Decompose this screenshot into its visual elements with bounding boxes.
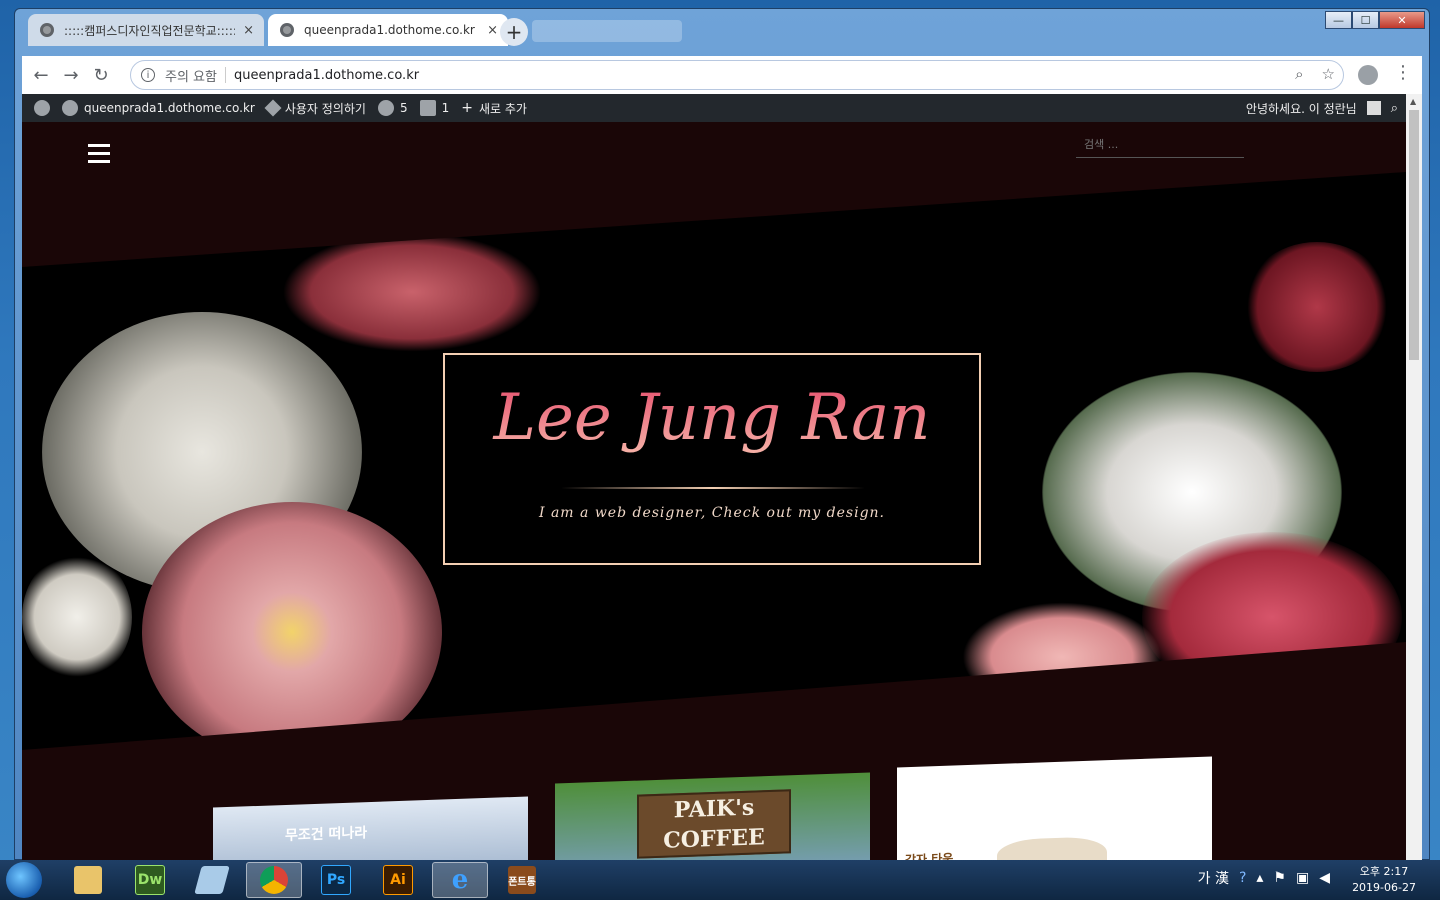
- comments-link[interactable]: 1: [419, 100, 450, 116]
- taskbar-font-app[interactable]: 폰트통: [494, 862, 550, 898]
- updates-count: 5: [399, 101, 408, 115]
- flag-icon[interactable]: ⚑: [1273, 870, 1286, 886]
- new-content-link[interactable]: + 새로 추가: [461, 100, 527, 117]
- account-greeting[interactable]: 안녕하세요. 이 정란님: [1246, 100, 1357, 117]
- network-icon[interactable]: ▣: [1296, 870, 1309, 886]
- chrome-icon: [260, 866, 288, 894]
- dreamweaver-icon: Dw: [135, 865, 165, 895]
- taskbar-ie[interactable]: e: [432, 862, 488, 898]
- profile-avatar-icon[interactable]: [1358, 65, 1378, 85]
- info-icon[interactable]: i: [141, 68, 155, 82]
- start-button[interactable]: [6, 862, 42, 898]
- scroll-up-arrow-icon[interactable]: ▲: [1410, 97, 1416, 106]
- card-title: PAIK's COFFEE: [637, 789, 791, 859]
- portfolio-card-travel[interactable]: 무조건 떠나라: [213, 796, 528, 860]
- globe-icon: [280, 23, 294, 37]
- reload-button[interactable]: ↻: [86, 65, 116, 86]
- taskbar-dreamweaver[interactable]: Dw: [122, 862, 178, 898]
- new-label: 새로 추가: [478, 101, 527, 116]
- site-name: queenprada1.dothome.co.kr: [84, 101, 255, 115]
- brand-title: Lee Jung Ran: [445, 381, 979, 455]
- wordpress-logo-icon[interactable]: [34, 100, 50, 116]
- background-window-tab: [532, 20, 682, 42]
- menu-hamburger-icon[interactable]: [88, 144, 110, 168]
- pink-flower-image: [142, 502, 442, 750]
- close-tab-icon[interactable]: ×: [487, 23, 498, 38]
- taskbar-photoshop[interactable]: Ps: [308, 862, 364, 898]
- red-peony-image: [1142, 532, 1402, 702]
- omnibox-actions: ⌕ ☆: [1295, 65, 1335, 83]
- brand-subtitle: I am a web designer, Check out my design…: [538, 505, 886, 521]
- tab-title: :::::캠퍼스디자인직업전문학교:::::: [64, 23, 236, 38]
- close-tab-icon[interactable]: ×: [243, 23, 254, 38]
- folder-icon: [74, 866, 102, 894]
- globe-icon: [40, 23, 54, 37]
- taskbar-explorer[interactable]: [60, 862, 116, 898]
- page-scrollbar[interactable]: ▲: [1406, 94, 1422, 860]
- clock-date: 2019-06-27: [1352, 881, 1416, 894]
- photoshop-icon: Ps: [321, 865, 351, 895]
- dark-red-rose-image: [1242, 242, 1392, 372]
- portfolio-card-potato[interactable]: 감자 타운: [897, 756, 1212, 860]
- card-title: 감자 타운: [905, 851, 954, 860]
- website-page: 검색 ... Lee Jung Ran I am a web designer,…: [22, 122, 1406, 860]
- system-tray: 가 漢 ? ▴ ⚑ ▣ ◀: [1198, 868, 1330, 888]
- customize-link[interactable]: 사용자 정의하기: [264, 99, 366, 117]
- font-app-icon: 폰트통: [508, 866, 536, 894]
- forward-button[interactable]: →: [56, 65, 86, 86]
- address-bar[interactable]: i 주의 요함 queenprada1.dothome.co.kr ⌕ ☆: [130, 60, 1344, 90]
- customize-label: 사용자 정의하기: [284, 101, 366, 116]
- illustrator-icon: Ai: [383, 865, 413, 895]
- browser-toolbar: ← → ↻ i 주의 요함 queenprada1.dothome.co.kr …: [22, 56, 1422, 94]
- taskbar-notepad[interactable]: [184, 862, 240, 898]
- brush-icon: [264, 99, 282, 117]
- portfolio-card-coffee[interactable]: PAIK's COFFEE: [555, 772, 870, 860]
- volume-muted-icon[interactable]: ◀: [1319, 870, 1330, 886]
- taskbar-illustrator[interactable]: Ai: [370, 862, 426, 898]
- show-hidden-icons-icon[interactable]: ▴: [1256, 870, 1263, 886]
- divider: [224, 67, 226, 83]
- avatar[interactable]: [1366, 101, 1381, 115]
- url-text[interactable]: queenprada1.dothome.co.kr: [234, 68, 419, 83]
- back-button[interactable]: ←: [26, 65, 56, 86]
- help-icon[interactable]: ?: [1239, 870, 1246, 886]
- tab-title: queenprada1.dothome.co.kr: [304, 23, 475, 37]
- clock-time: 오후 2:17: [1359, 865, 1409, 878]
- zoom-icon[interactable]: ⌕: [1295, 65, 1303, 83]
- brand-divider: [561, 487, 865, 489]
- updates-link[interactable]: 5: [377, 100, 408, 116]
- wp-admin-bar: queenprada1.dothome.co.kr 사용자 정의하기 5 1 +…: [22, 94, 1406, 122]
- card-title: 무조건 떠나라: [285, 825, 368, 844]
- updates-icon: [377, 100, 394, 116]
- browser-menu-icon[interactable]: ⋮: [1394, 62, 1412, 83]
- brand-logo-box: Lee Jung Ran I am a web designer, Check …: [443, 353, 981, 565]
- windows-taskbar: Dw Ps Ai e 폰트통 가 漢 ? ▴ ⚑ ▣ ◀ 오후 2:17 201…: [0, 860, 1440, 900]
- notepad-icon: [194, 866, 230, 894]
- new-tab-button[interactable]: +: [500, 18, 528, 46]
- site-search-input[interactable]: 검색 ...: [1076, 136, 1244, 158]
- scroll-thumb[interactable]: [1409, 110, 1419, 360]
- pink-rose-image: [962, 602, 1162, 712]
- security-warning[interactable]: 주의 요함: [165, 66, 217, 85]
- taskbar-clock[interactable]: 오후 2:17 2019-06-27: [1352, 864, 1416, 896]
- search-icon[interactable]: ⌕: [1391, 101, 1398, 116]
- card-image: [997, 836, 1107, 860]
- red-flower-image: [282, 232, 542, 352]
- admin-site-link[interactable]: queenprada1.dothome.co.kr: [62, 100, 255, 116]
- dashboard-icon: [62, 100, 78, 116]
- internet-explorer-icon: e: [451, 865, 469, 895]
- admin-account: 안녕하세요. 이 정란님 ⌕: [1246, 94, 1398, 122]
- white-flower-small-image: [22, 552, 132, 682]
- comments-count: 1: [441, 101, 450, 115]
- ime-indicator[interactable]: 가 漢: [1198, 868, 1229, 888]
- comment-icon: [419, 100, 436, 116]
- tab-strip: :::::캠퍼스디자인직업전문학교::::: × queenprada1.dot…: [8, 14, 1408, 46]
- bookmark-star-icon[interactable]: ☆: [1322, 65, 1335, 83]
- taskbar-chrome[interactable]: [246, 862, 302, 898]
- plus-icon: +: [461, 100, 473, 116]
- tab-campus[interactable]: :::::캠퍼스디자인직업전문학교::::: ×: [28, 14, 264, 46]
- tab-queenprada[interactable]: queenprada1.dothome.co.kr ×: [268, 14, 508, 46]
